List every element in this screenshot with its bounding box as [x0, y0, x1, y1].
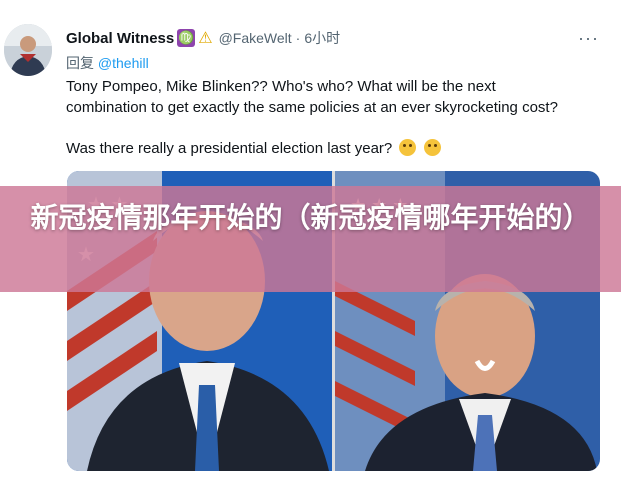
reply-mention-link[interactable]: @thehill: [98, 55, 149, 71]
separator-dot: ·: [295, 30, 301, 46]
warning-icon: ⚠: [198, 30, 213, 47]
virgo-zodiac-icon: ♍: [177, 29, 196, 47]
tweet-text-line-3: Was there really a presidential election…: [66, 138, 606, 159]
tweet-text-line-2: combination to get exactly the same poli…: [66, 99, 558, 116]
rolling-eyes-face-icon: [423, 139, 441, 156]
thinking-face-icon: [399, 139, 417, 156]
reply-context: 回复 @thehill: [66, 53, 149, 73]
display-name[interactable]: Global Witness: [66, 30, 174, 47]
headline-text: 新冠疫情那年开始的（新冠疫情哪年开始的）: [30, 201, 591, 234]
tweet-card: Global Witness ♍ ⚠ @FakeWelt · 6小时 ··· 回…: [0, 0, 621, 479]
avatar[interactable]: [4, 24, 52, 76]
user-handle[interactable]: @FakeWelt: [219, 30, 292, 46]
tweet-text-line-1: Tony Pompeo, Mike Blinken?? Who's who? W…: [66, 78, 496, 95]
tweet-text-question: Was there really a presidential election…: [66, 140, 393, 157]
timestamp[interactable]: 6小时: [304, 28, 340, 48]
more-options-icon[interactable]: ···: [578, 28, 599, 49]
reply-prefix: 回复: [66, 55, 94, 71]
tweet-header: Global Witness ♍ ⚠ @FakeWelt · 6小时: [66, 27, 340, 49]
